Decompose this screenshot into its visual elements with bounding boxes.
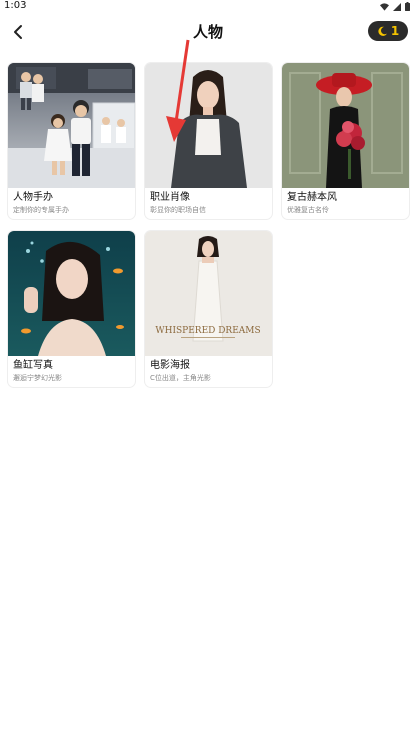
header: 人物 1 — [0, 14, 416, 50]
style-card-retro-hepburn[interactable]: 复古赫本风 优雅复古名伶 — [282, 63, 409, 219]
card-title: 电影海报 — [150, 360, 190, 371]
style-card-figurine[interactable]: 人物手办 定制你的专属手办 — [8, 63, 135, 219]
credit-count: 1 — [390, 24, 400, 38]
style-card-movie-poster[interactable]: WHISPERED DREAMS 电影海报 C位出道，主角光影 — [145, 231, 272, 387]
arrow-annotation — [166, 39, 190, 142]
card-subtitle: 彰显你的职场自信 — [150, 206, 206, 214]
moon-icon — [378, 26, 387, 36]
figurine-kids-photo — [8, 63, 135, 188]
business-woman-portrait — [145, 63, 272, 188]
card-title: 鱼缸写真 — [13, 360, 53, 371]
status-time: 1:03 — [4, 0, 27, 11]
red-hat-woman-portrait — [282, 63, 409, 188]
style-card-aquarium[interactable]: 鱼缸写真 邂逅宁梦幻光影 — [8, 231, 135, 387]
credit-badge[interactable]: 1 — [368, 21, 408, 41]
card-title: 复古赫本风 — [287, 192, 337, 203]
card-title: 职业肖像 — [150, 192, 190, 203]
wifi-icon — [380, 2, 389, 11]
aquarium-woman-portrait — [8, 231, 135, 356]
status-icons — [380, 2, 410, 11]
card-title: 人物手办 — [13, 192, 53, 203]
movie-poster-woman: WHISPERED DREAMS — [145, 231, 272, 356]
style-card-business-portrait[interactable]: 职业肖像 彰显你的职场自信 — [145, 63, 272, 219]
status-bar: 1:03 — [0, 0, 416, 14]
battery-icon — [405, 2, 410, 11]
signal-icon — [393, 2, 401, 11]
poster-title: WHISPERED DREAMS — [155, 326, 260, 336]
card-subtitle: 定制你的专属手办 — [13, 206, 69, 214]
card-subtitle: 邂逅宁梦幻光影 — [13, 374, 62, 382]
card-subtitle: C位出道，主角光影 — [150, 374, 211, 382]
card-subtitle: 优雅复古名伶 — [287, 206, 329, 214]
page-title: 人物 — [192, 23, 223, 41]
